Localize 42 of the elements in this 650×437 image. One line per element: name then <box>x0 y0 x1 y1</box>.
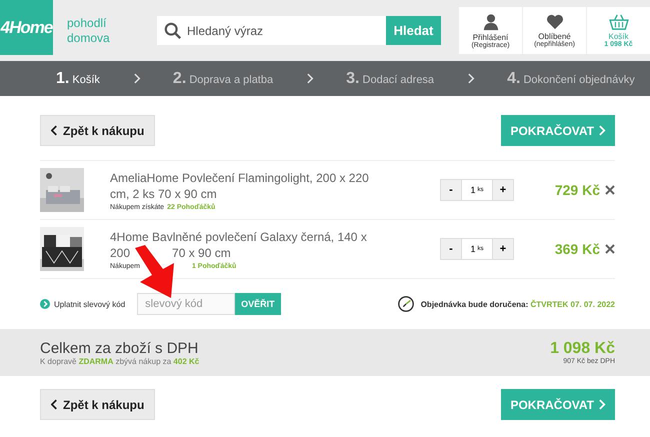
product-name[interactable]: 70 x 90 cm <box>172 244 231 260</box>
account-label: Oblíbené <box>538 32 571 40</box>
clock-icon <box>396 295 415 313</box>
decrease-button[interactable]: - <box>440 238 462 260</box>
chevron-right-icon <box>599 125 606 136</box>
checkout-step[interactable]: 1. Košík <box>56 70 100 88</box>
total-price: 1 098 Kč <box>550 340 615 358</box>
user-icon <box>482 12 500 30</box>
basket-icon <box>608 14 628 30</box>
heart-icon <box>546 14 564 30</box>
back-button[interactable]: Zpět k nákupu <box>40 389 156 420</box>
chevron-left-icon <box>51 125 58 136</box>
account-label: Přihlášení <box>472 32 508 42</box>
close-icon[interactable] <box>605 185 615 195</box>
shipping-note: K dopravě ZDARMA zbývá nákup za 402 Kč <box>40 356 200 366</box>
close-icon[interactable] <box>605 244 615 254</box>
item-price: 369 Kč <box>554 241 600 257</box>
increase-button[interactable]: + <box>492 179 514 201</box>
total-label: Celkem za zboží s DPH <box>40 340 200 356</box>
chevron-right-icon <box>599 399 606 410</box>
discount-code-field[interactable]: slevový kód <box>137 293 236 315</box>
increase-button[interactable]: + <box>492 238 514 260</box>
checkout-step[interactable]: 3. Dodací adresa <box>346 70 434 88</box>
product-name[interactable]: cm, 2 ks 70 x 90 cm <box>110 186 217 202</box>
chevron-icon <box>134 73 141 84</box>
product-name[interactable]: 4Home Bavlněné povlečení Galaxy černá, 140 x <box>110 228 367 244</box>
search-field[interactable]: Hledaný výraz <box>157 16 386 45</box>
decrease-button[interactable]: - <box>440 179 462 201</box>
item-price: 729 Kč <box>554 182 600 198</box>
chevron-icon <box>468 73 476 84</box>
tagline: pohodlí domova <box>67 16 111 46</box>
product-name[interactable]: AmeliaHome Povlečení Flamingolight, 200 x 220 <box>110 170 369 186</box>
chevron-left-icon <box>51 399 58 410</box>
checkout-step[interactable]: 4. Dokončení objednávky <box>507 70 635 88</box>
delivery-note: Objednávka bude doručena: ČTVRTEK 07. 07. 2022 <box>420 300 615 308</box>
account-label: Košík <box>608 32 628 40</box>
chevron-icon <box>307 73 314 84</box>
product-name[interactable]: 200 <box>110 244 130 260</box>
discount-label[interactable]: Uplatnit slevový kód <box>54 300 126 308</box>
checkout-step[interactable]: 2. Doprava a platba <box>172 70 274 88</box>
chevron-circle-icon <box>40 299 50 309</box>
back-button[interactable]: Zpět k nákupu <box>40 115 156 146</box>
